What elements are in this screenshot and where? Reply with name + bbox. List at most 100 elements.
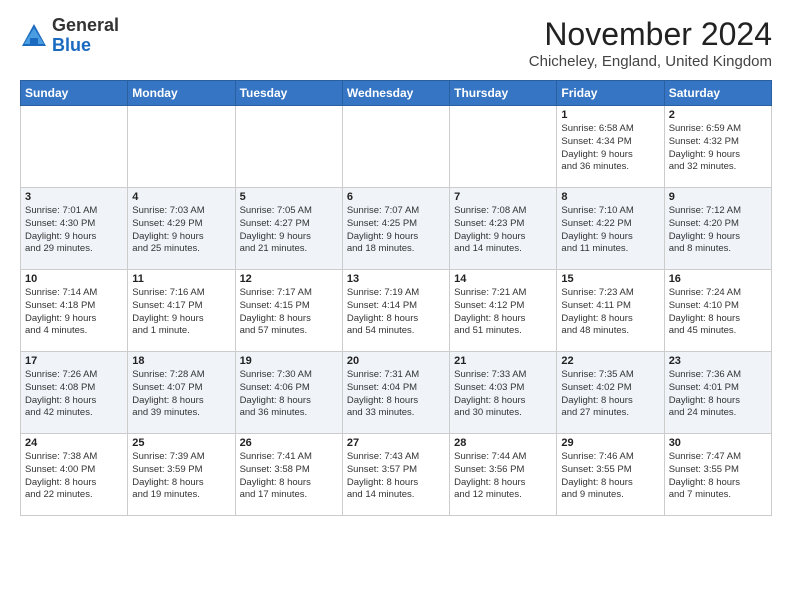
logo: General Blue — [20, 16, 119, 56]
calendar-week-4: 17 Sunrise: 7:26 AM Sunset: 4:08 PM Dayli… — [21, 352, 772, 434]
day-number: 10 — [25, 273, 123, 285]
day-number: 7 — [454, 191, 552, 203]
day-info: Sunrise: 7:03 AM Sunset: 4:29 PM Dayligh… — [132, 205, 230, 256]
table-row: 5 Sunrise: 7:05 AM Sunset: 4:27 PM Daylig… — [235, 188, 342, 270]
header: General Blue November 2024 Chicheley, En… — [20, 16, 772, 70]
table-row: 10Sunrise: 7:14 AM Sunset: 4:18 PM Dayli… — [21, 270, 128, 352]
day-info: Sunrise: 7:38 AM Sunset: 4:00 PM Dayligh… — [25, 451, 123, 502]
day-number: 4 — [132, 191, 230, 203]
calendar-table: Sunday Monday Tuesday Wednesday Thursday… — [20, 80, 772, 516]
day-number: 14 — [454, 273, 552, 285]
day-info: Sunrise: 7:46 AM Sunset: 3:55 PM Dayligh… — [561, 451, 659, 502]
day-number: 5 — [240, 191, 338, 203]
table-row: 27 Sunrise: 7:43 AM Sunset: 3:57 PM Dayli… — [342, 434, 449, 516]
day-info: Sunrise: 7:08 AM Sunset: 4:23 PM Dayligh… — [454, 205, 552, 256]
table-row: 1 Sunrise: 6:58 AM Sunset: 4:34 PM Daylig… — [557, 106, 664, 188]
day-info: Sunrise: 7:16 AM Sunset: 4:17 PM Dayligh… — [132, 287, 230, 338]
table-row: 14 Sunrise: 7:21 AM Sunset: 4:12 PM Dayli… — [450, 270, 557, 352]
day-info: Sunrise: 7:43 AM Sunset: 3:57 PM Dayligh… — [347, 451, 445, 502]
day-info: Sunrise: 7:31 AM Sunset: 4:04 PM Dayligh… — [347, 369, 445, 420]
table-row: 28Sunrise: 7:44 AM Sunset: 3:56 PM Dayli… — [450, 434, 557, 516]
table-row: 25 Sunrise: 7:39 AM Sunset: 3:59 PM Dayli… — [128, 434, 235, 516]
table-row: 23Sunrise: 7:36 AM Sunset: 4:01 PM Dayli… — [664, 352, 771, 434]
day-number: 26 — [240, 437, 338, 449]
col-friday: Friday — [557, 81, 664, 106]
calendar-header: Sunday Monday Tuesday Wednesday Thursday… — [21, 81, 772, 106]
table-row: 16 Sunrise: 7:24 AM Sunset: 4:10 PM Dayli… — [664, 270, 771, 352]
day-number: 8 — [561, 191, 659, 203]
day-info: Sunrise: 7:19 AM Sunset: 4:14 PM Dayligh… — [347, 287, 445, 338]
day-info: Sunrise: 7:28 AM Sunset: 4:07 PM Dayligh… — [132, 369, 230, 420]
table-row: 22 Sunrise: 7:35 AM Sunset: 4:02 PM Dayli… — [557, 352, 664, 434]
day-info: Sunrise: 7:24 AM Sunset: 4:10 PM Dayligh… — [669, 287, 767, 338]
table-row — [21, 106, 128, 188]
day-info: Sunrise: 7:36 AM Sunset: 4:01 PM Dayligh… — [669, 369, 767, 420]
day-info: Sunrise: 6:59 AM Sunset: 4:32 PM Dayligh… — [669, 123, 767, 174]
day-number: 21 — [454, 355, 552, 367]
day-number: 22 — [561, 355, 659, 367]
day-info: Sunrise: 7:21 AM Sunset: 4:12 PM Dayligh… — [454, 287, 552, 338]
table-row — [128, 106, 235, 188]
day-number: 11 — [132, 273, 230, 285]
title-section: November 2024 Chicheley, England, United… — [529, 16, 772, 70]
day-number: 20 — [347, 355, 445, 367]
day-info: Sunrise: 7:05 AM Sunset: 4:27 PM Dayligh… — [240, 205, 338, 256]
day-number: 13 — [347, 273, 445, 285]
day-info: Sunrise: 7:12 AM Sunset: 4:20 PM Dayligh… — [669, 205, 767, 256]
calendar-week-3: 10Sunrise: 7:14 AM Sunset: 4:18 PM Dayli… — [21, 270, 772, 352]
day-number: 25 — [132, 437, 230, 449]
table-row — [342, 106, 449, 188]
logo-general: General — [52, 15, 119, 35]
calendar-week-2: 3Sunrise: 7:01 AM Sunset: 4:30 PM Daylig… — [21, 188, 772, 270]
day-number: 19 — [240, 355, 338, 367]
day-info: Sunrise: 7:10 AM Sunset: 4:22 PM Dayligh… — [561, 205, 659, 256]
day-info: Sunrise: 6:58 AM Sunset: 4:34 PM Dayligh… — [561, 123, 659, 174]
table-row: 18 Sunrise: 7:28 AM Sunset: 4:07 PM Dayli… — [128, 352, 235, 434]
table-row: 9 Sunrise: 7:12 AM Sunset: 4:20 PM Daylig… — [664, 188, 771, 270]
day-number: 28 — [454, 437, 552, 449]
col-thursday: Thursday — [450, 81, 557, 106]
day-info: Sunrise: 7:47 AM Sunset: 3:55 PM Dayligh… — [669, 451, 767, 502]
col-sunday: Sunday — [21, 81, 128, 106]
location-subtitle: Chicheley, England, United Kingdom — [529, 53, 772, 70]
col-wednesday: Wednesday — [342, 81, 449, 106]
logo-blue: Blue — [52, 35, 91, 55]
day-info: Sunrise: 7:41 AM Sunset: 3:58 PM Dayligh… — [240, 451, 338, 502]
day-number: 18 — [132, 355, 230, 367]
day-number: 12 — [240, 273, 338, 285]
calendar-week-5: 24Sunrise: 7:38 AM Sunset: 4:00 PM Dayli… — [21, 434, 772, 516]
day-info: Sunrise: 7:35 AM Sunset: 4:02 PM Dayligh… — [561, 369, 659, 420]
month-title: November 2024 — [529, 16, 772, 53]
day-number: 29 — [561, 437, 659, 449]
day-number: 27 — [347, 437, 445, 449]
day-number: 17 — [25, 355, 123, 367]
day-number: 1 — [561, 109, 659, 121]
table-row: 30 Sunrise: 7:47 AM Sunset: 3:55 PM Dayli… — [664, 434, 771, 516]
table-row: 13 Sunrise: 7:19 AM Sunset: 4:14 PM Dayli… — [342, 270, 449, 352]
col-tuesday: Tuesday — [235, 81, 342, 106]
header-row: Sunday Monday Tuesday Wednesday Thursday… — [21, 81, 772, 106]
table-row: 24Sunrise: 7:38 AM Sunset: 4:00 PM Dayli… — [21, 434, 128, 516]
day-info: Sunrise: 7:07 AM Sunset: 4:25 PM Dayligh… — [347, 205, 445, 256]
day-number: 9 — [669, 191, 767, 203]
table-row: 26 Sunrise: 7:41 AM Sunset: 3:58 PM Dayli… — [235, 434, 342, 516]
table-row: 29 Sunrise: 7:46 AM Sunset: 3:55 PM Dayli… — [557, 434, 664, 516]
day-number: 16 — [669, 273, 767, 285]
table-row: 11 Sunrise: 7:16 AM Sunset: 4:17 PM Dayli… — [128, 270, 235, 352]
table-row — [450, 106, 557, 188]
table-row: 17 Sunrise: 7:26 AM Sunset: 4:08 PM Dayli… — [21, 352, 128, 434]
logo-icon — [20, 22, 48, 50]
day-number: 15 — [561, 273, 659, 285]
day-info: Sunrise: 7:26 AM Sunset: 4:08 PM Dayligh… — [25, 369, 123, 420]
table-row: 20 Sunrise: 7:31 AM Sunset: 4:04 PM Dayli… — [342, 352, 449, 434]
table-row: 6Sunrise: 7:07 AM Sunset: 4:25 PM Daylig… — [342, 188, 449, 270]
table-row: 8 Sunrise: 7:10 AM Sunset: 4:22 PM Daylig… — [557, 188, 664, 270]
table-row: 19Sunrise: 7:30 AM Sunset: 4:06 PM Dayli… — [235, 352, 342, 434]
day-info: Sunrise: 7:33 AM Sunset: 4:03 PM Dayligh… — [454, 369, 552, 420]
day-info: Sunrise: 7:39 AM Sunset: 3:59 PM Dayligh… — [132, 451, 230, 502]
day-number: 30 — [669, 437, 767, 449]
day-info: Sunrise: 7:01 AM Sunset: 4:30 PM Dayligh… — [25, 205, 123, 256]
table-row: 7 Sunrise: 7:08 AM Sunset: 4:23 PM Daylig… — [450, 188, 557, 270]
table-row: 12Sunrise: 7:17 AM Sunset: 4:15 PM Dayli… — [235, 270, 342, 352]
calendar-body: 1 Sunrise: 6:58 AM Sunset: 4:34 PM Daylig… — [21, 106, 772, 516]
